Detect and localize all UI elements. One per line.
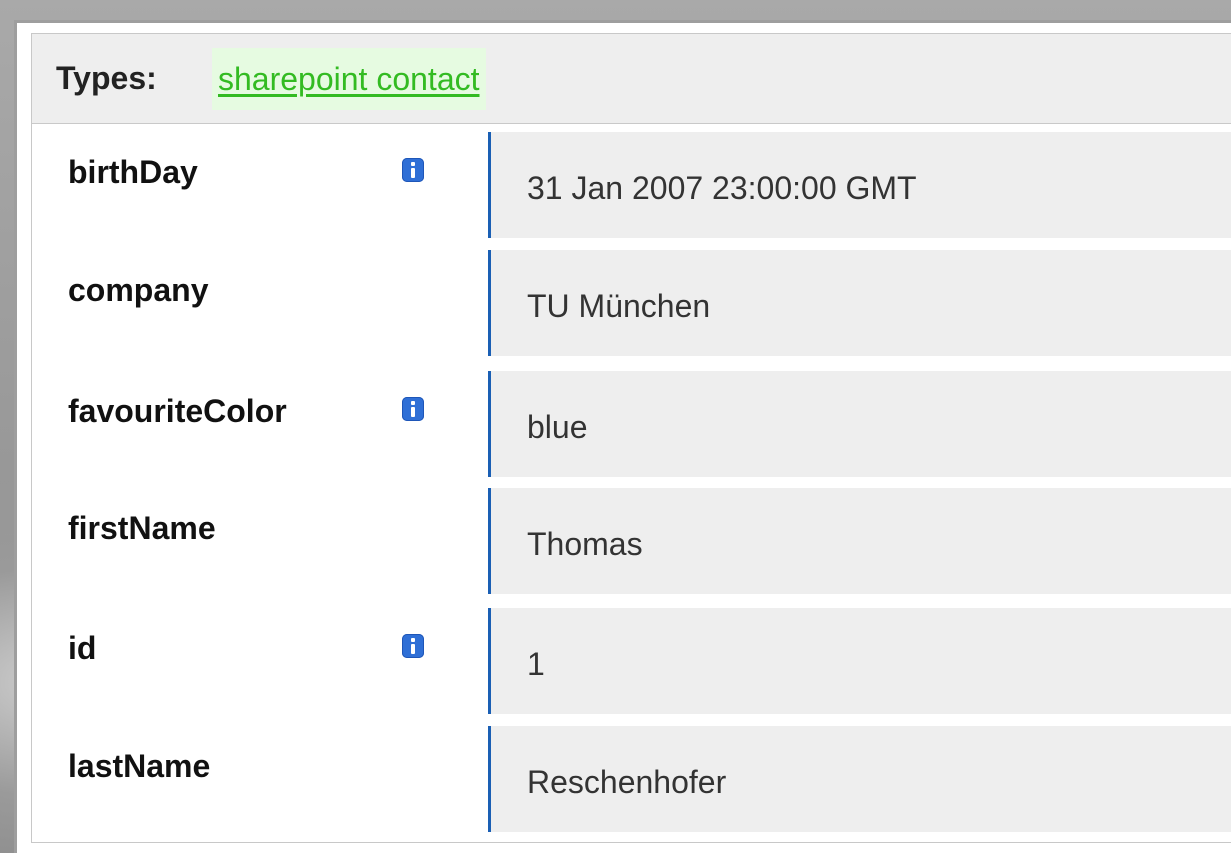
property-name: firstName bbox=[68, 510, 216, 546]
property-name: favouriteColor bbox=[68, 393, 287, 429]
property-value-cell[interactable]: TU München bbox=[488, 250, 1231, 356]
info-icon[interactable] bbox=[402, 158, 424, 182]
entity-panel: Types: sharepoint contact birthDay 31 Ja… bbox=[31, 33, 1231, 843]
property-value-cell[interactable]: blue bbox=[488, 371, 1231, 477]
property-value-cell[interactable]: 1 bbox=[488, 608, 1231, 714]
window-frame: Types: sharepoint contact birthDay 31 Ja… bbox=[14, 20, 1231, 853]
property-row-favouritecolor: favouriteColor blue bbox=[32, 367, 1231, 477]
info-icon[interactable] bbox=[402, 634, 424, 658]
property-row-lastname: lastName Reschenhofer bbox=[32, 722, 1231, 832]
property-value: blue bbox=[527, 409, 588, 445]
property-row-company: company TU München bbox=[32, 246, 1231, 356]
property-row-birthday: birthDay 31 Jan 2007 23:00:00 GMT bbox=[32, 128, 1231, 238]
property-row-id: id 1 bbox=[32, 604, 1231, 714]
property-row-firstname: firstName Thomas bbox=[32, 484, 1231, 594]
property-value-cell[interactable]: 31 Jan 2007 23:00:00 GMT bbox=[488, 132, 1231, 238]
property-value: 31 Jan 2007 23:00:00 GMT bbox=[527, 170, 917, 206]
types-bar: Types: sharepoint contact bbox=[32, 34, 1231, 124]
property-value: 1 bbox=[527, 646, 545, 682]
types-label: Types: bbox=[56, 60, 157, 96]
property-name: company bbox=[68, 272, 209, 308]
property-name: id bbox=[68, 630, 97, 666]
property-name: birthDay bbox=[68, 154, 198, 190]
property-value: TU München bbox=[527, 288, 711, 324]
type-link-sharepoint-contact[interactable]: sharepoint contact bbox=[212, 48, 486, 110]
property-value-cell[interactable]: Thomas bbox=[488, 488, 1231, 594]
property-name: lastName bbox=[68, 748, 211, 784]
property-value: Reschenhofer bbox=[527, 764, 727, 800]
info-icon[interactable] bbox=[402, 397, 424, 421]
property-value-cell[interactable]: Reschenhofer bbox=[488, 726, 1231, 832]
property-value: Thomas bbox=[527, 526, 643, 562]
